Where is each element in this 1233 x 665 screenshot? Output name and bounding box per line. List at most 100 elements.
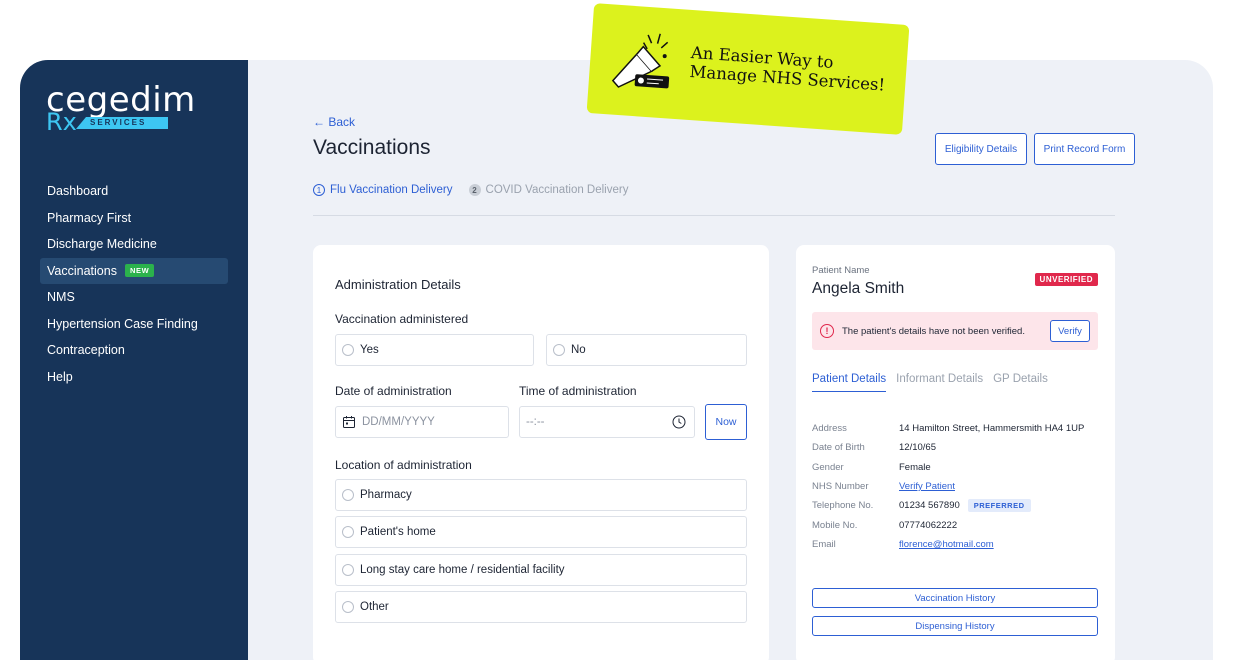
time-placeholder: --:-- bbox=[526, 416, 545, 428]
sidebar-item-label: Discharge Medicine bbox=[47, 237, 157, 252]
page-title: Vaccinations bbox=[313, 136, 431, 159]
radio-circle-icon bbox=[342, 344, 354, 356]
step-flu[interactable]: 1 Flu Vaccination Delivery bbox=[313, 184, 453, 196]
sidebar-item-dashboard[interactable]: Dashboard bbox=[40, 178, 228, 205]
sidebar-item-contraception[interactable]: Contraception bbox=[40, 337, 228, 364]
detail-label: Mobile No. bbox=[812, 519, 858, 531]
print-record-form-button[interactable]: Print Record Form bbox=[1034, 133, 1135, 165]
new-badge: NEW bbox=[124, 264, 155, 278]
step-label: COVID Vaccination Delivery bbox=[485, 184, 629, 196]
detail-label: Gender bbox=[812, 461, 844, 473]
location-label: Location of administration bbox=[335, 458, 472, 472]
sidebar-nav: Dashboard Pharmacy First Discharge Medic… bbox=[40, 178, 228, 390]
sidebar-item-discharge-medicine[interactable]: Discharge Medicine bbox=[40, 231, 228, 258]
step-number: 1 bbox=[313, 184, 325, 196]
time-label: Time of administration bbox=[519, 384, 637, 398]
sidebar-item-help[interactable]: Help bbox=[40, 364, 228, 391]
clock-icon bbox=[672, 415, 686, 429]
verify-patient-link[interactable]: Verify Patient bbox=[899, 481, 955, 492]
location-option-label: Patient's home bbox=[360, 526, 436, 538]
radio-circle-icon bbox=[342, 489, 354, 501]
sidebar-item-vaccinations[interactable]: Vaccinations NEW bbox=[40, 257, 228, 284]
patient-name: Angela Smith bbox=[812, 280, 905, 297]
detail-value: 14 Hamilton Street, Hammersmith HA4 1UP bbox=[899, 423, 1085, 435]
detail-row-address: Address 14 Hamilton Street, Hammersmith H… bbox=[812, 419, 1084, 438]
patient-details: Address 14 Hamilton Street, Hammersmith H… bbox=[812, 419, 1084, 554]
location-option-label: Pharmacy bbox=[360, 489, 412, 501]
location-option[interactable]: Pharmacy bbox=[335, 479, 747, 511]
detail-value: 01234 567890 bbox=[899, 500, 960, 512]
sidebar-item-label: Pharmacy First bbox=[47, 210, 132, 225]
patient-name-label: Patient Name bbox=[812, 265, 870, 276]
megaphone-icon bbox=[611, 33, 670, 89]
email-link[interactable]: florence@hotmail.com bbox=[899, 539, 994, 550]
tab-patient-details[interactable]: Patient Details bbox=[812, 373, 887, 392]
patient-card: Patient Name Angela Smith UNVERIFIED ! T… bbox=[796, 245, 1115, 665]
sidebar-item-label: Contraception bbox=[47, 343, 125, 358]
status-badge: UNVERIFIED bbox=[1034, 273, 1098, 286]
sidebar-item-pharmacy-first[interactable]: Pharmacy First bbox=[40, 205, 228, 232]
now-button[interactable]: Now bbox=[705, 404, 747, 440]
step-covid[interactable]: 2 COVID Vaccination Delivery bbox=[468, 184, 629, 196]
location-option[interactable]: Long stay care home / residential facili… bbox=[335, 554, 747, 586]
location-option[interactable]: Other bbox=[335, 591, 747, 623]
verify-button[interactable]: Verify bbox=[1050, 320, 1090, 342]
detail-row-mobile: Mobile No. 07774062222 bbox=[812, 515, 1084, 534]
radio-yes[interactable]: Yes bbox=[335, 334, 534, 366]
detail-row-telephone: Telephone No. 01234 567890 PREFERRED bbox=[812, 496, 1084, 515]
detail-label: Email bbox=[812, 538, 836, 550]
vaccination-administered-label: Vaccination administered bbox=[335, 312, 469, 326]
radio-circle-icon bbox=[553, 344, 565, 356]
calendar-icon bbox=[343, 416, 355, 428]
preferred-badge: PREFERRED bbox=[967, 499, 1031, 513]
radio-circle-icon bbox=[342, 526, 354, 538]
detail-label: Telephone No. bbox=[812, 500, 874, 512]
radio-no-label: No bbox=[571, 344, 586, 356]
step-number: 2 bbox=[468, 184, 481, 196]
promo-text: An Easier Way to Manage NHS Services! bbox=[689, 43, 887, 95]
sidebar: cegedim Rx SERVICES Dashboard Pharmacy F… bbox=[20, 60, 248, 660]
sidebar-item-label: Help bbox=[47, 369, 73, 384]
brand-services: SERVICES bbox=[76, 117, 168, 129]
tab-informant-details[interactable]: Informant Details bbox=[896, 373, 983, 392]
sidebar-item-label: Vaccinations bbox=[47, 263, 117, 278]
promo-banner: An Easier Way to Manage NHS Services! bbox=[586, 3, 910, 135]
sidebar-item-hypertension[interactable]: Hypertension Case Finding bbox=[40, 311, 228, 338]
sidebar-item-label: Hypertension Case Finding bbox=[47, 316, 198, 331]
sidebar-item-label: Dashboard bbox=[47, 184, 109, 199]
radio-circle-icon bbox=[342, 601, 354, 613]
step-label: Flu Vaccination Delivery bbox=[330, 184, 453, 196]
location-option-label: Long stay care home / residential facili… bbox=[360, 564, 565, 576]
detail-value: 07774062222 bbox=[899, 519, 958, 531]
tab-gp-details[interactable]: GP Details bbox=[993, 373, 1048, 392]
detail-label: Address bbox=[812, 423, 847, 435]
eligibility-details-button[interactable]: Eligibility Details bbox=[935, 133, 1027, 165]
date-placeholder: DD/MM/YYYY bbox=[362, 416, 435, 428]
detail-label: NHS Number bbox=[812, 481, 869, 493]
warning-icon: ! bbox=[820, 324, 834, 338]
detail-value: Female bbox=[899, 461, 931, 473]
stepper: 1 Flu Vaccination Delivery 2 COVID Vacci… bbox=[313, 184, 628, 196]
detail-row-gender: Gender Female bbox=[812, 458, 1084, 477]
location-option[interactable]: Patient's home bbox=[335, 516, 747, 548]
sidebar-item-label: NMS bbox=[47, 290, 75, 305]
alert-text: The patient's details have not been veri… bbox=[842, 325, 1025, 337]
time-input[interactable]: --:-- bbox=[519, 406, 695, 438]
sidebar-item-nms[interactable]: NMS bbox=[40, 284, 228, 311]
date-input[interactable]: DD/MM/YYYY bbox=[335, 406, 509, 438]
radio-no[interactable]: No bbox=[546, 334, 747, 366]
detail-row-email: Email florence@hotmail.com bbox=[812, 535, 1084, 554]
detail-row-nhs-number: NHS Number Verify Patient bbox=[812, 477, 1084, 496]
dispensing-history-button[interactable]: Dispensing History bbox=[812, 616, 1098, 636]
patient-tabs: Patient Details Informant Details GP Det… bbox=[812, 373, 1048, 392]
date-label: Date of administration bbox=[335, 384, 452, 398]
radio-circle-icon bbox=[342, 564, 354, 576]
back-link[interactable]: ← Back bbox=[313, 115, 355, 129]
administration-form-card: Administration Details Vaccination admin… bbox=[313, 245, 769, 665]
divider bbox=[313, 215, 1115, 216]
section-title: Administration Details bbox=[335, 277, 461, 292]
detail-label: Date of Birth bbox=[812, 442, 865, 454]
location-option-label: Other bbox=[360, 601, 389, 613]
detail-value: 12/10/65 bbox=[899, 442, 936, 454]
vaccination-history-button[interactable]: Vaccination History bbox=[812, 588, 1098, 608]
